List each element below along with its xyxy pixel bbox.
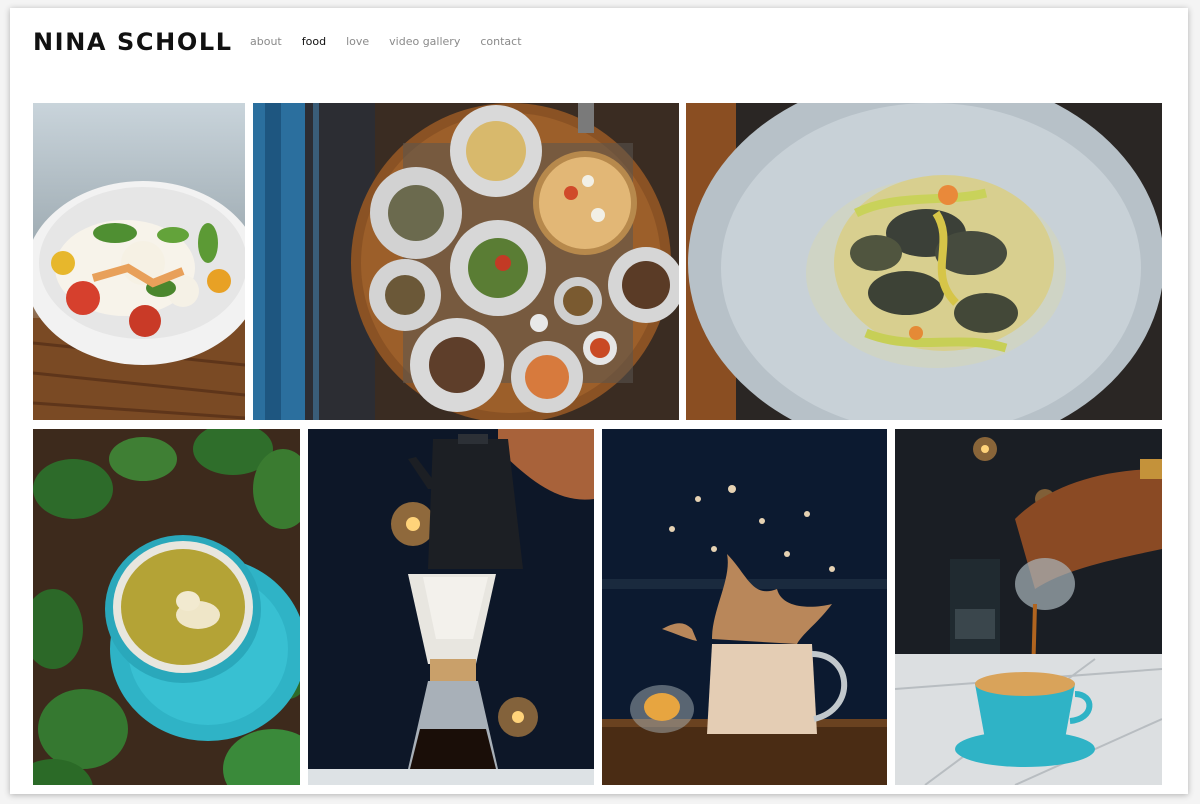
pasta-photo-icon — [686, 103, 1162, 420]
nav-item-video-gallery[interactable]: video gallery — [389, 35, 460, 48]
gallery-photo-salad[interactable] — [33, 103, 245, 420]
salad-photo-icon — [33, 103, 245, 420]
gallery-photo-latte[interactable] — [33, 429, 300, 785]
site-logo[interactable]: NINA SCHOLL — [33, 28, 233, 56]
pour-over-photo-icon — [308, 429, 594, 785]
nav-item-about[interactable]: about — [250, 35, 282, 48]
gallery-photo-splash[interactable] — [602, 429, 887, 785]
nav-item-contact[interactable]: contact — [480, 35, 521, 48]
nav-item-food[interactable]: food — [302, 35, 326, 48]
gallery-photo-pour-over[interactable] — [308, 429, 594, 785]
pouring-coffee-photo-icon — [895, 429, 1162, 785]
gallery-photo-table-spread[interactable] — [253, 103, 679, 420]
gallery-photo-pasta[interactable] — [686, 103, 1162, 420]
table-spread-photo-icon — [253, 103, 679, 420]
splash-photo-icon — [602, 429, 887, 785]
main-nav: about food love video gallery contact — [250, 35, 522, 48]
gallery-photo-pouring-coffee[interactable] — [895, 429, 1162, 785]
site-header: NINA SCHOLL about food love video galler… — [10, 8, 1188, 88]
browser-page: NINA SCHOLL about food love video galler… — [10, 8, 1188, 794]
nav-item-love[interactable]: love — [346, 35, 369, 48]
latte-photo-icon — [33, 429, 300, 785]
